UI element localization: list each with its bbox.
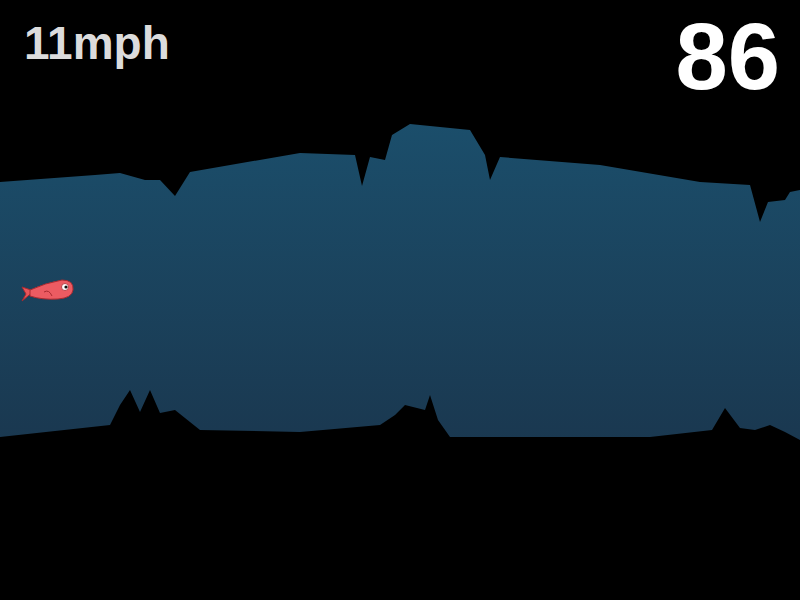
hud: 11mph 86 bbox=[0, 0, 800, 107]
cave-tunnel bbox=[0, 124, 800, 440]
game-screen: 11mph 86 bbox=[0, 0, 800, 600]
score-readout: 86 bbox=[675, 8, 780, 107]
speed-readout: 11mph bbox=[24, 8, 170, 71]
fish-icon bbox=[22, 280, 73, 301]
